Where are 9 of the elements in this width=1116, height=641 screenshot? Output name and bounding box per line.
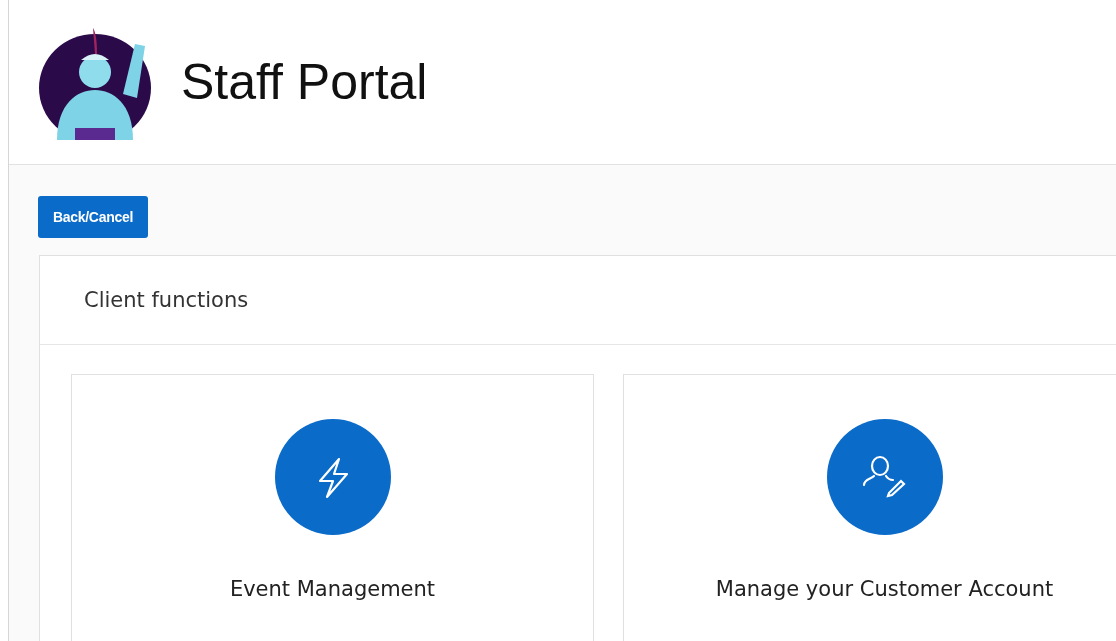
function-card[interactable]: Manage your Customer Account xyxy=(623,374,1116,641)
card-label: Manage your Customer Account xyxy=(715,577,1054,601)
page-title: Staff Portal xyxy=(181,53,428,111)
panel-title: Client functions xyxy=(84,288,249,312)
function-card[interactable]: Event Management xyxy=(71,374,594,641)
back-cancel-button[interactable]: Back/Cancel xyxy=(38,196,148,238)
lightning-icon xyxy=(274,419,391,535)
card-label: Event Management xyxy=(229,577,436,601)
user-edit-icon xyxy=(826,419,943,535)
